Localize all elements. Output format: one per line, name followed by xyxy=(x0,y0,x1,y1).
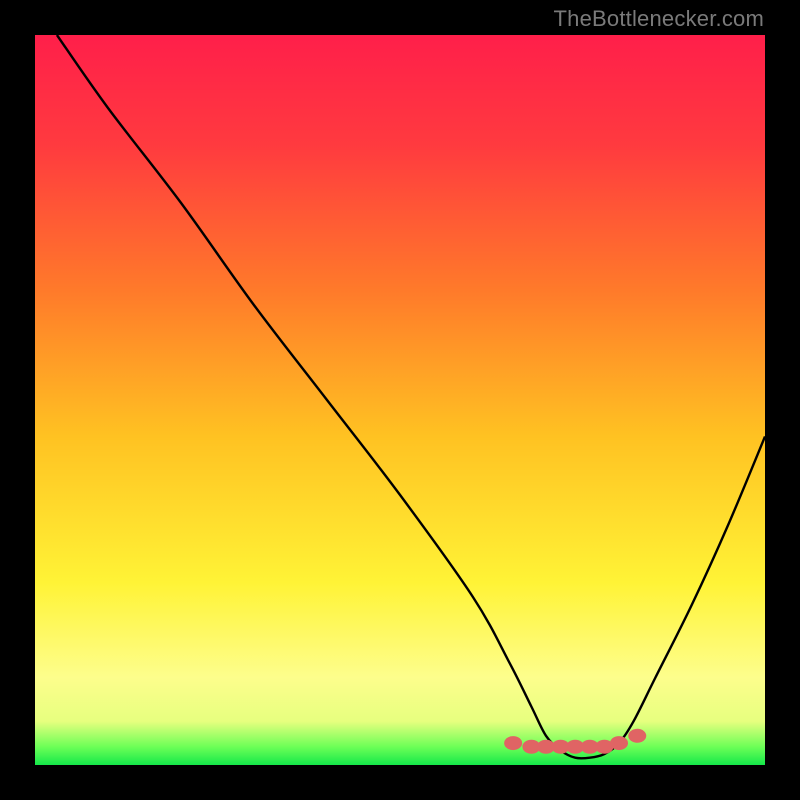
chart-background xyxy=(35,35,765,765)
chart-frame xyxy=(35,35,765,765)
marker-dot xyxy=(610,736,628,750)
attribution-text: TheBottlenecker.com xyxy=(554,6,764,32)
marker-dot xyxy=(628,729,646,743)
marker-dot xyxy=(504,736,522,750)
bottleneck-chart xyxy=(35,35,765,765)
